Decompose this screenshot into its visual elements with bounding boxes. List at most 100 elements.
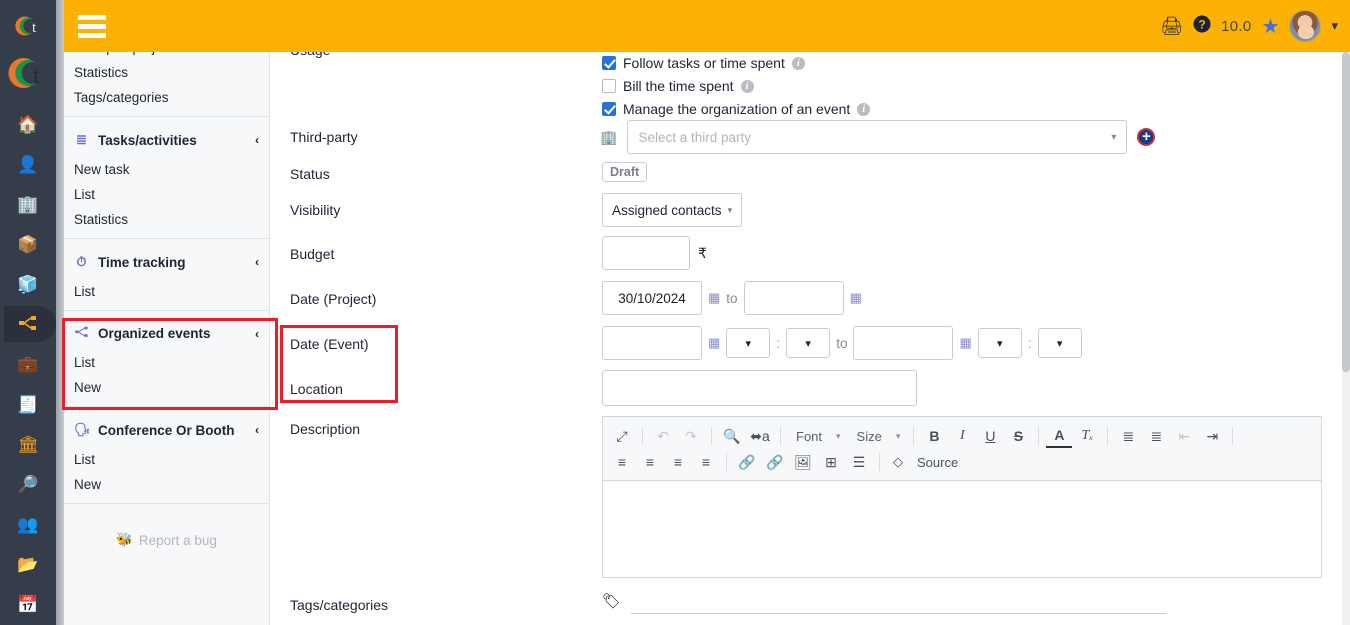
- rail-item-documents[interactable]: 📂: [0, 544, 56, 584]
- sidebar-section-conference-or-booth[interactable]: 🗣 Conference Or Booth ‹: [64, 413, 269, 447]
- chevron-left-icon[interactable]: ‹: [255, 423, 259, 437]
- logo-large[interactable]: t: [4, 50, 52, 96]
- date-event-end-hour-select[interactable]: ▾: [977, 328, 1022, 358]
- hamburger-icon[interactable]: [78, 11, 106, 42]
- unlink-icon[interactable]: 🔗: [762, 450, 788, 474]
- source-button-label[interactable]: Source: [911, 450, 964, 474]
- chevron-left-icon[interactable]: ‹: [255, 255, 259, 269]
- date-event-start-hour-select[interactable]: ▾: [726, 328, 771, 358]
- checkbox-manage-event[interactable]: [602, 102, 616, 116]
- tags-input[interactable]: [631, 588, 1168, 614]
- star-icon[interactable]: ★: [1262, 14, 1280, 39]
- date-project-start-input[interactable]: [602, 281, 702, 315]
- logo-small[interactable]: t: [13, 8, 43, 44]
- rail-item-projects[interactable]: [0, 304, 56, 344]
- underline-icon[interactable]: U: [977, 424, 1003, 448]
- info-icon[interactable]: i: [791, 56, 805, 70]
- project-node-icon: [19, 315, 37, 334]
- date-event-end-minute-select[interactable]: ▾: [1037, 328, 1082, 358]
- numbered-list-icon[interactable]: ≣: [1115, 424, 1141, 448]
- sidebar-section-tasks-activities[interactable]: ≣ Tasks/activities ‹: [64, 123, 269, 157]
- chevron-left-icon[interactable]: ‹: [255, 327, 259, 341]
- rail-item-bank[interactable]: 🏛: [0, 424, 56, 464]
- image-icon[interactable]: 🖼: [790, 450, 816, 474]
- rail-item-commercial[interactable]: 💼: [0, 344, 56, 384]
- editor-content-area[interactable]: [602, 480, 1322, 578]
- text-color-icon[interactable]: A: [1046, 424, 1073, 448]
- strikethrough-icon[interactable]: S: [1005, 424, 1031, 448]
- scrollbar-thumb[interactable]: [1342, 52, 1350, 372]
- maximize-icon[interactable]: ⤢: [609, 424, 635, 448]
- rail-item-third-party[interactable]: 👤: [0, 144, 56, 184]
- add-third-party-button[interactable]: +: [1137, 128, 1156, 146]
- location-input[interactable]: [602, 370, 917, 406]
- date-event-start-input[interactable]: [602, 326, 702, 360]
- rail-item-home[interactable]: 🏠: [0, 104, 56, 144]
- redo-icon[interactable]: ↷: [678, 424, 704, 448]
- align-left-icon[interactable]: ≡: [609, 450, 635, 474]
- sidebar-section-time-tracking[interactable]: ⏱ Time tracking ‹: [64, 245, 269, 279]
- sidebar-item-events-list[interactable]: List: [64, 350, 269, 375]
- avatar[interactable]: [1289, 10, 1322, 42]
- date-event-start-minute-select[interactable]: ▾: [786, 328, 831, 358]
- rail-item-accounting[interactable]: 🔎: [0, 464, 56, 504]
- size-combo[interactable]: Size ▾: [849, 429, 907, 444]
- sidebar-item-time-list[interactable]: List: [64, 279, 269, 304]
- bold-icon[interactable]: B: [921, 424, 947, 448]
- calendar-icon[interactable]: ▦: [708, 335, 720, 351]
- table-icon[interactable]: ⊞: [818, 450, 844, 474]
- chevron-down-icon[interactable]: ▾: [1111, 132, 1116, 143]
- justify-icon[interactable]: ≡: [693, 450, 719, 474]
- checkbox-follow-tasks[interactable]: [602, 56, 616, 70]
- third-party-select[interactable]: Select a third party ▾: [627, 120, 1128, 154]
- visibility-select[interactable]: Assigned contacts ▾: [602, 193, 743, 227]
- sidebar-item-task-list[interactable]: List: [64, 182, 269, 207]
- bulleted-list-icon[interactable]: ≣: [1143, 424, 1169, 448]
- font-combo[interactable]: Font ▾: [788, 429, 847, 444]
- rail-item-stock[interactable]: 🧊: [0, 264, 56, 304]
- checkbox-row-bill-time[interactable]: Bill the time spent i: [602, 76, 870, 96]
- chevron-left-icon[interactable]: ‹: [255, 133, 259, 147]
- sidebar-item-conference-list[interactable]: List: [64, 447, 269, 472]
- link-icon[interactable]: 🔗: [734, 450, 760, 474]
- printer-icon[interactable]: 🖨: [1160, 16, 1183, 37]
- calendar-icon[interactable]: ▦: [708, 290, 720, 306]
- undo-icon[interactable]: ↶: [650, 424, 676, 448]
- question-circle-icon[interactable]: ?: [1193, 15, 1211, 38]
- checkbox-row-follow-tasks[interactable]: Follow tasks or time spent i: [602, 53, 870, 73]
- report-a-bug-link[interactable]: 🐝 Report a bug: [64, 510, 269, 548]
- checkbox-bill-time[interactable]: [602, 79, 616, 93]
- align-right-icon[interactable]: ≡: [665, 450, 691, 474]
- rail-item-product[interactable]: 📦: [0, 224, 56, 264]
- sidebar-item-events-new[interactable]: New: [64, 375, 269, 400]
- sidebar-item-statistics[interactable]: Statistics: [64, 60, 269, 85]
- sidebar-item-new-task[interactable]: New task: [64, 157, 269, 182]
- indent-icon[interactable]: ⇥: [1199, 424, 1225, 448]
- rail-item-hrm[interactable]: 👥: [0, 504, 56, 544]
- rail-item-building[interactable]: 🏢: [0, 184, 56, 224]
- rail-item-billing[interactable]: 🧾: [0, 384, 56, 424]
- horizontal-rule-icon[interactable]: ☰: [846, 450, 872, 474]
- rail-item-agenda[interactable]: 📅: [0, 584, 56, 624]
- find-icon[interactable]: 🔍: [719, 424, 745, 448]
- info-icon[interactable]: i: [857, 102, 871, 116]
- checkbox-row-manage-event[interactable]: Manage the organization of an event i: [602, 99, 871, 119]
- remove-format-icon[interactable]: Tₓ: [1074, 424, 1100, 448]
- italic-icon[interactable]: I: [949, 424, 975, 448]
- source-icon[interactable]: ◇: [887, 450, 909, 474]
- sidebar-item-tags-categories[interactable]: Tags/categories: [64, 85, 269, 110]
- sidebar-item-conference-new[interactable]: New: [64, 472, 269, 497]
- date-project-end-input[interactable]: [743, 281, 844, 315]
- date-event-end-input[interactable]: [853, 326, 954, 360]
- align-center-icon[interactable]: ≡: [637, 450, 663, 474]
- chevron-down-icon[interactable]: ▾: [1331, 18, 1338, 34]
- info-icon[interactable]: i: [740, 79, 754, 93]
- budget-input[interactable]: [602, 236, 690, 270]
- sidebar-item-task-statistics[interactable]: Statistics: [64, 207, 269, 232]
- replace-icon[interactable]: ⬌а: [747, 424, 773, 448]
- calendar-icon[interactable]: ▦: [959, 335, 971, 351]
- sidebar-section-organized-events[interactable]: Organized events ‹: [64, 317, 269, 350]
- calendar-icon[interactable]: ▦: [850, 290, 862, 306]
- vertical-scrollbar[interactable]: [1342, 52, 1350, 625]
- outdent-icon[interactable]: ⇤: [1171, 424, 1197, 448]
